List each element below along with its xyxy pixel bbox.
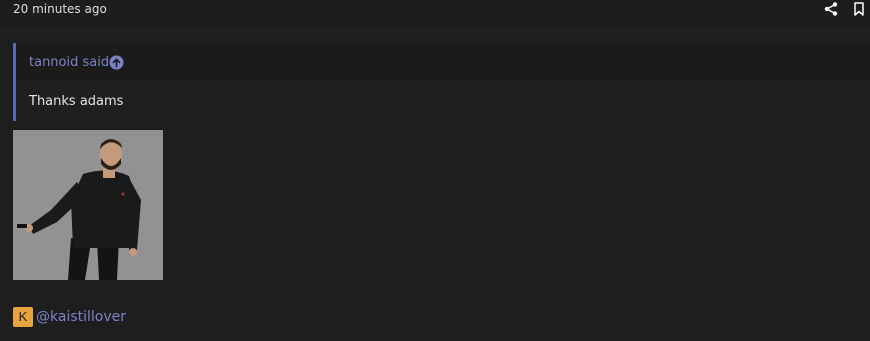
attached-image[interactable]: [13, 130, 163, 280]
mention-username[interactable]: @kaistillover: [36, 308, 126, 326]
quote-block: tannoid said: Thanks adams: [13, 43, 870, 121]
avatar[interactable]: K: [13, 307, 33, 327]
bookmark-icon[interactable]: [852, 1, 866, 16]
post-timestamp[interactable]: 20 minutes ago: [13, 1, 107, 17]
user-mention[interactable]: K @kaistillover: [13, 307, 126, 327]
quote-text: Thanks adams: [29, 94, 124, 109]
quote-header: tannoid said:: [16, 43, 870, 82]
share-icon[interactable]: [824, 1, 838, 16]
quote-author-link[interactable]: tannoid said:: [29, 55, 113, 71]
post-header: 20 minutes ago: [0, 0, 870, 31]
quote-body: Thanks adams: [16, 82, 870, 121]
arrow-up-circle-icon[interactable]: [109, 55, 124, 70]
